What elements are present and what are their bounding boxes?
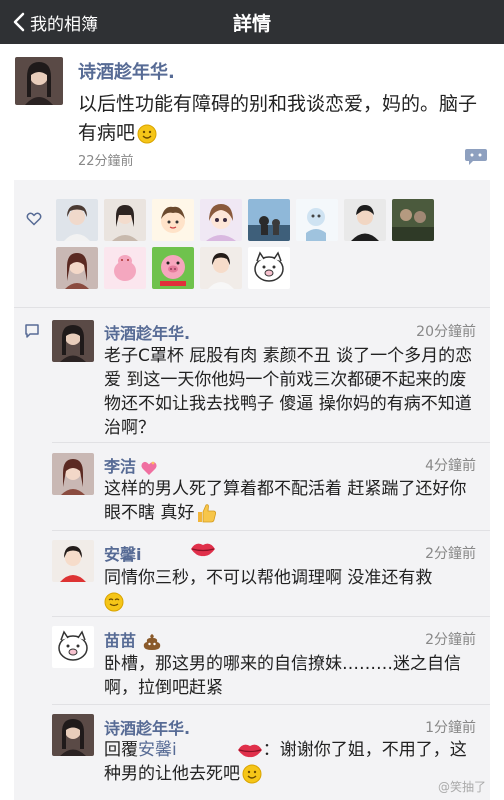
reply-target-name[interactable]: 安馨i bbox=[138, 740, 177, 760]
liker-avatar[interactable] bbox=[200, 199, 242, 241]
comment-text-body: 这样的男人死了算着都不配活着 赶紧踹了还好你眼不瞎 真好 bbox=[104, 479, 467, 523]
comment-text: 同情你三秒，不可以帮他调理啊 没准还有救 bbox=[104, 566, 480, 614]
comment-text-line: 啊，拉倒吧赶紧 bbox=[104, 678, 223, 698]
comment-text-body: ：谢谢你了姐，不用了，这 bbox=[262, 740, 467, 760]
comment-text-line: 种男的让他去死吧 bbox=[104, 762, 480, 786]
divider bbox=[52, 530, 490, 531]
smile-emoji-icon bbox=[104, 592, 124, 612]
pile-emoji-icon bbox=[143, 633, 161, 650]
comment-author-label[interactable]: 李洁 bbox=[104, 457, 136, 476]
comment-text: 回覆安馨i ：谢谢你了姐，不用了，这种男的让他去死吧 bbox=[104, 738, 480, 786]
comment-text: 老子C罩杯 屁股有肉 素颜不丑 谈了一个多月的恋爱 到这一天你他妈一个前戏三次都… bbox=[104, 346, 473, 438]
liker-avatar[interactable] bbox=[104, 199, 146, 241]
post-author-name[interactable]: 诗酒趁年华. bbox=[78, 58, 175, 84]
heart-icon bbox=[26, 212, 42, 226]
comment-text: 卧槽，那这男的哪来的自信撩妹………迷之自信 啊，拉倒吧赶紧 bbox=[104, 652, 480, 700]
comment-text-body: 种男的让他去死吧 bbox=[104, 764, 240, 784]
comment-timestamp: 2分鐘前 bbox=[425, 632, 476, 648]
smile-emoji-icon bbox=[242, 764, 262, 784]
comment-text-line: 回覆安馨i ：谢谢你了姐，不用了，这 bbox=[104, 738, 480, 762]
comment-text: 这样的男人死了算着都不配活着 赶紧踹了还好你眼不瞎 真好 bbox=[104, 477, 480, 525]
liker-avatar[interactable] bbox=[248, 247, 290, 289]
comment-avatar[interactable] bbox=[52, 540, 94, 582]
liker-avatar[interactable] bbox=[56, 199, 98, 241]
comment-author-name[interactable]: 李洁 bbox=[104, 453, 158, 477]
divider bbox=[14, 307, 490, 308]
divider bbox=[52, 442, 490, 443]
lips-emoji-icon bbox=[237, 744, 262, 758]
comment-timestamp: 20分鐘前 bbox=[416, 324, 476, 340]
divider bbox=[52, 616, 490, 617]
comment-avatar[interactable] bbox=[52, 453, 94, 495]
smile-emoji-icon bbox=[137, 124, 157, 143]
watermark: @笑抽了 bbox=[438, 780, 487, 794]
comment-bubble-icon[interactable] bbox=[464, 148, 488, 166]
comment-text-body: 同情你三秒，不可以帮他调理啊 没准还有救 bbox=[104, 568, 433, 588]
comment-author-name[interactable]: 诗酒趁年华. bbox=[104, 715, 190, 739]
comment-timestamp: 2分鐘前 bbox=[425, 546, 476, 562]
liker-avatar[interactable] bbox=[392, 199, 434, 241]
liker-avatar[interactable] bbox=[248, 199, 290, 241]
comment-author-label[interactable]: 苗苗 bbox=[104, 631, 136, 650]
page-title: 詳情 bbox=[232, 13, 271, 35]
post-timestamp: 22分鐘前 bbox=[78, 154, 134, 169]
comment-avatar[interactable] bbox=[52, 714, 94, 756]
comment-timestamp: 4分鐘前 bbox=[425, 458, 476, 474]
liker-avatar[interactable] bbox=[104, 247, 146, 289]
liker-avatar[interactable] bbox=[56, 247, 98, 289]
liker-avatar[interactable] bbox=[296, 199, 338, 241]
liker-avatar[interactable] bbox=[152, 247, 194, 289]
liker-avatar[interactable] bbox=[344, 199, 386, 241]
reply-prefix: 回覆 bbox=[104, 740, 138, 760]
navigation-bar: 我的相簿 詳情 bbox=[0, 0, 504, 44]
sparkling-heart-emoji-icon bbox=[141, 460, 157, 475]
lips-emoji-icon bbox=[191, 543, 215, 557]
thumbs-up-emoji-icon bbox=[198, 504, 217, 523]
post-text: 以后性功能有障碍的别和我谈恋爱，妈的。脑子有病吧 bbox=[78, 90, 490, 148]
comment-author-name[interactable]: 安馨i bbox=[104, 541, 142, 565]
comment-timestamp: 1分鐘前 bbox=[425, 720, 476, 736]
divider bbox=[52, 704, 490, 705]
comment-author-name[interactable]: 诗酒趁年华. bbox=[104, 320, 190, 344]
liker-avatar[interactable] bbox=[152, 199, 194, 241]
post-author-avatar[interactable] bbox=[15, 57, 63, 105]
comment-avatar[interactable] bbox=[52, 320, 94, 362]
comment-author-name[interactable]: 苗苗 bbox=[104, 627, 162, 651]
comment-avatar[interactable] bbox=[52, 626, 94, 668]
comment-text-line: 卧槽，那这男的哪来的自信撩妹………迷之自信 bbox=[104, 654, 461, 674]
liker-avatar[interactable] bbox=[200, 247, 242, 289]
comment-bubble-icon bbox=[25, 324, 39, 338]
